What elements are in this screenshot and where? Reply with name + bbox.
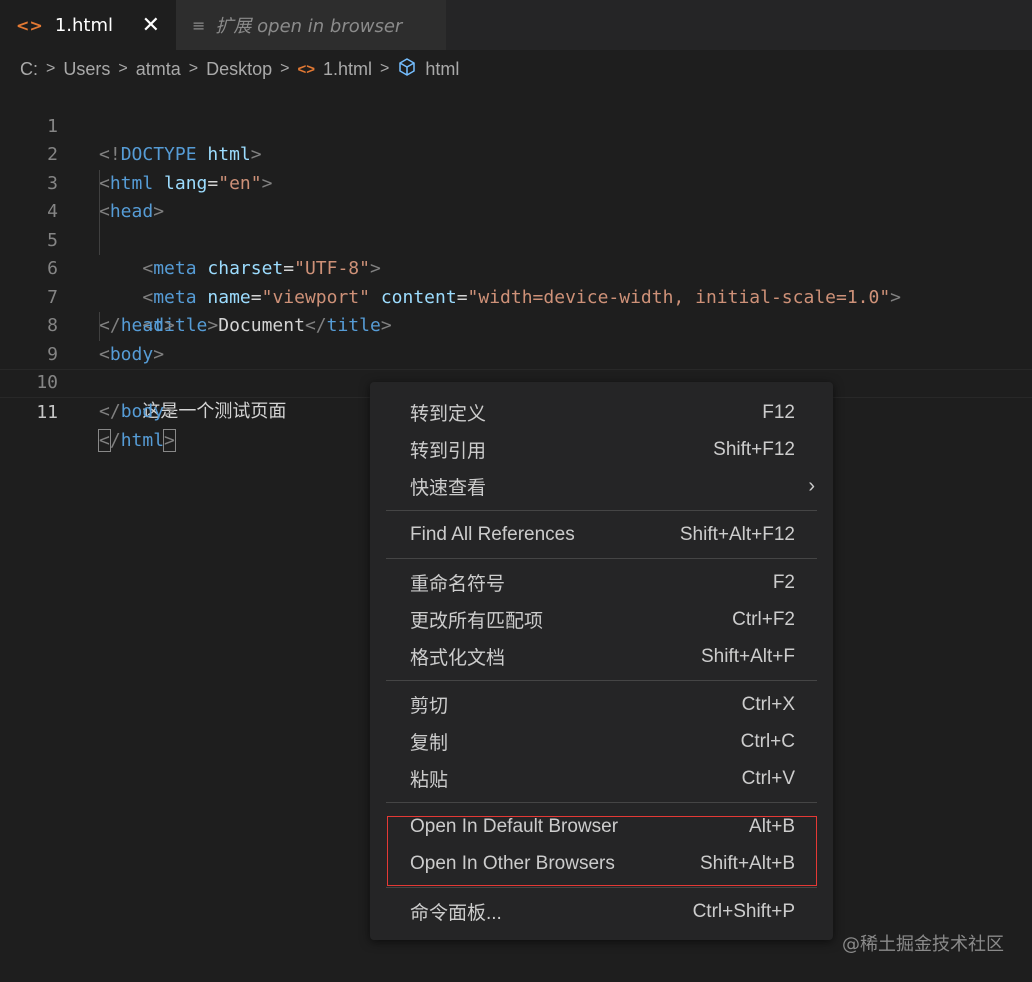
line-number: 11 — [36, 401, 58, 423]
menu-item-go-to-definition[interactable]: 转到定义 F12 — [370, 394, 833, 431]
breadcrumb-users[interactable]: Users — [63, 59, 110, 80]
menu-item-shortcut: Shift+F12 — [713, 438, 795, 460]
code-text: </body> — [99, 400, 175, 422]
code-line: 7 </head> — [0, 255, 1032, 337]
menu-item-label: 更改所有匹配项 — [410, 611, 544, 632]
symbol-cube-icon — [397, 57, 417, 82]
menu-item-shortcut: Ctrl+X — [741, 693, 795, 715]
preview-lines-icon: ≡ — [192, 15, 206, 35]
indent-guide — [99, 169, 100, 198]
menu-item-rename-symbol[interactable]: 重命名符号 F2 — [370, 564, 833, 601]
breadcrumb-atmta[interactable]: atmta — [136, 59, 181, 80]
tab-label: 扩展 open in browser — [215, 16, 403, 37]
highlight-annotation-box — [387, 816, 817, 886]
menu-item-change-all-occurrences[interactable]: 更改所有匹配项 Ctrl+F2 — [370, 601, 833, 638]
menu-item-cut[interactable]: 剪切 Ctrl+X — [370, 686, 833, 723]
menu-item-label: Find All References — [410, 523, 575, 545]
menu-item-go-to-references[interactable]: 转到引用 Shift+F12 — [370, 431, 833, 468]
code-line: 9 这是一个测试页面 — [0, 312, 1032, 422]
menu-separator — [386, 887, 817, 888]
menu-separator — [386, 558, 817, 559]
chevron-right-icon: > — [280, 60, 290, 77]
code-line: 4 <meta charset="UTF-8"> — [0, 169, 1032, 279]
code-text: </html> — [98, 429, 176, 452]
menu-item-label: 命令面板... — [410, 903, 502, 924]
context-menu: 转到定义 F12 转到引用 Shift+F12 快速查看 › Find All … — [370, 382, 833, 940]
menu-item-label: 复制 — [410, 733, 449, 754]
breadcrumb-drive[interactable]: C: — [20, 59, 38, 80]
indent-guide — [99, 312, 100, 341]
menu-item-shortcut: Ctrl+C — [740, 730, 795, 752]
code-line: 8 <body> — [0, 284, 1032, 365]
menu-item-shortcut: Ctrl+F2 — [732, 608, 795, 630]
html-file-icon: <> — [16, 15, 43, 35]
tab-label: 1.html — [54, 14, 113, 36]
tab-bar: <> 1.html ✕ ≡ 扩展 open in browser — [0, 0, 1032, 50]
menu-item-shortcut: Ctrl+Shift+P — [692, 900, 795, 922]
menu-item-label: 快速查看 — [410, 478, 487, 499]
menu-separator — [386, 680, 817, 681]
chevron-right-icon: › — [808, 475, 815, 497]
menu-item-label: 转到引用 — [410, 441, 487, 462]
code-line: 10 </body> — [0, 341, 1032, 422]
code-editor[interactable]: 1 <!DOCTYPE html> 2 <html lang="en"> 3 <… — [0, 84, 1032, 452]
menu-item-peek[interactable]: 快速查看 › — [370, 468, 833, 505]
menu-item-shortcut: F12 — [762, 401, 795, 423]
menu-item-command-palette[interactable]: 命令面板... Ctrl+Shift+P — [370, 893, 833, 930]
menu-separator — [386, 802, 817, 803]
menu-item-label: 粘贴 — [410, 770, 449, 791]
menu-item-format-document[interactable]: 格式化文档 Shift+Alt+F — [370, 638, 833, 675]
breadcrumb-symbol[interactable]: html — [425, 59, 459, 80]
close-icon[interactable]: ✕ — [142, 13, 160, 38]
tab-1-html[interactable]: <> 1.html ✕ — [0, 0, 176, 50]
menu-item-copy[interactable]: 复制 Ctrl+C — [370, 723, 833, 760]
html-file-icon: <> — [297, 60, 315, 78]
menu-item-label: 转到定义 — [410, 404, 487, 425]
breadcrumb: C: > Users > atmta > Desktop > <> 1.html… — [20, 55, 459, 83]
tab-bar-empty-space — [446, 0, 1032, 50]
menu-item-paste[interactable]: 粘贴 Ctrl+V — [370, 760, 833, 797]
menu-separator — [386, 510, 817, 511]
breadcrumb-file[interactable]: 1.html — [323, 59, 372, 80]
code-line: 6 <title>Document</title> — [0, 226, 1032, 336]
code-line: 2 <html lang="en"> — [0, 113, 1032, 194]
chevron-right-icon: > — [380, 60, 390, 77]
menu-item-find-all-references[interactable]: Find All References Shift+Alt+F12 — [370, 516, 833, 553]
menu-item-shortcut: F2 — [772, 571, 795, 593]
menu-item-shortcut: Ctrl+V — [741, 767, 795, 789]
tab-extension-open-in-browser[interactable]: ≡ 扩展 open in browser — [176, 0, 446, 50]
menu-item-shortcut: Shift+Alt+F12 — [679, 523, 795, 545]
chevron-right-icon: > — [118, 60, 128, 77]
chevron-right-icon: > — [188, 60, 199, 77]
menu-item-label: 剪切 — [410, 696, 449, 717]
code-line: 3 <head> — [0, 141, 1032, 223]
menu-item-label: 格式化文档 — [410, 648, 506, 669]
indent-guide — [99, 198, 100, 227]
chevron-right-icon: > — [46, 60, 56, 77]
watermark: @稀土掘金技术社区 — [842, 934, 1004, 955]
indent-guide — [99, 226, 100, 255]
code-line: 5 <meta name="viewport" content="width=d… — [0, 198, 1032, 308]
breadcrumb-desktop[interactable]: Desktop — [206, 59, 272, 80]
menu-item-label: 重命名符号 — [410, 574, 506, 595]
code-line: 1 <!DOCTYPE html> — [0, 84, 1032, 166]
menu-item-shortcut: Shift+Alt+F — [701, 645, 795, 667]
